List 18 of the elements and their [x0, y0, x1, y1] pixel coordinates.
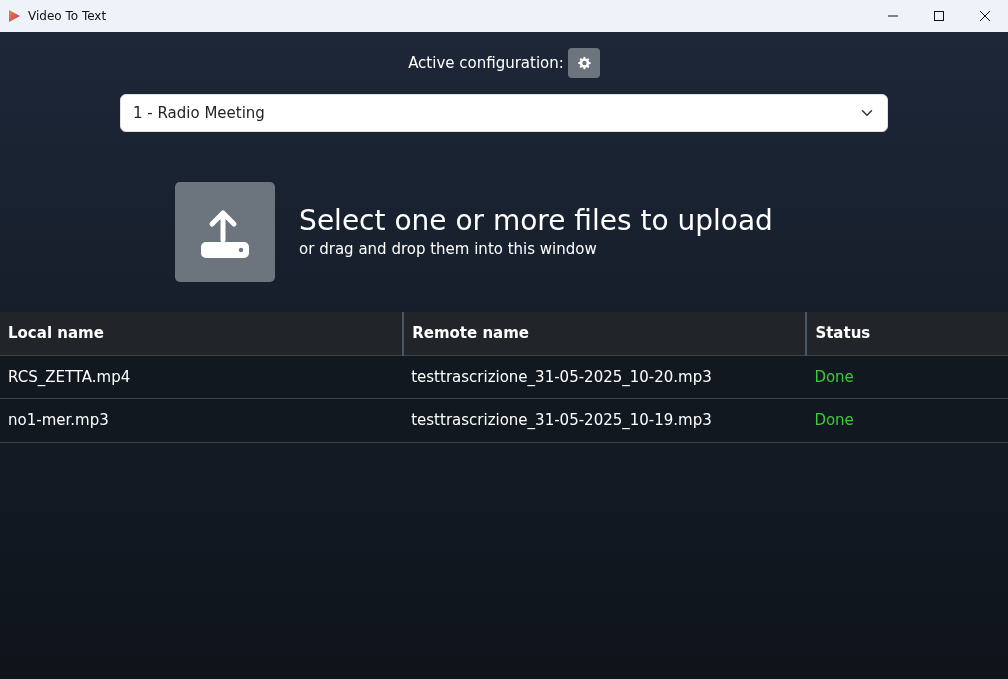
- gear-icon: [576, 56, 591, 70]
- settings-button[interactable]: [567, 48, 600, 78]
- column-header[interactable]: Remote name: [403, 312, 807, 355]
- status-cell: Done: [806, 355, 1008, 399]
- app-logo-icon: [8, 10, 20, 22]
- config-label: Active configuration:: [408, 52, 564, 74]
- upload-hint: or drag and drop them into this window: [299, 238, 598, 260]
- upload-button[interactable]: [175, 182, 276, 282]
- status-cell: Done: [806, 398, 1008, 442]
- local-name-cell: RCS_ZETTA.mp4: [0, 355, 404, 399]
- local-name-cell: no1-mer.mp3: [0, 398, 404, 442]
- configuration-dropdown[interactable]: 1 - Radio Meeting: [120, 94, 888, 132]
- column-header[interactable]: Status: [806, 312, 1008, 355]
- remote-name-cell: testtrascrizione_31-05-2025_10-19.mp3: [403, 398, 807, 442]
- window-title: Video To Text: [28, 8, 107, 25]
- upload-title: Select one or more files to upload: [299, 203, 773, 238]
- remote-name-cell: testtrascrizione_31-05-2025_10-20.mp3: [403, 355, 807, 399]
- column-header[interactable]: Local name: [0, 312, 404, 355]
